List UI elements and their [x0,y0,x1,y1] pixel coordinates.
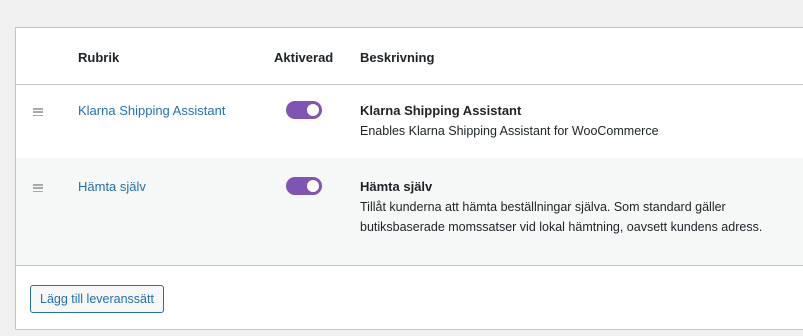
table-header: Rubrik Aktiverad Beskrivning [16,28,803,85]
shipping-methods-panel: Rubrik Aktiverad Beskrivning Klarna Ship… [15,27,803,330]
enable-toggle[interactable] [286,101,322,119]
drag-handle-icon[interactable] [33,108,43,116]
description-text: Enables Klarna Shipping Assistant for Wo… [360,124,659,138]
table-row: Hämta själv Hämta själv Tillåt kunderna … [16,158,803,266]
toggle-knob [307,104,319,116]
table-row: Klarna Shipping Assistant Klarna Shippin… [16,86,803,158]
drag-handle-icon[interactable] [33,184,43,192]
description-text: Tillåt kunderna att hämta beställningar … [360,200,763,234]
column-header-title[interactable]: Rubrik [78,50,119,65]
description-title: Klarna Shipping Assistant [360,103,522,118]
toggle-knob [307,180,319,192]
description-title: Hämta själv [360,179,433,194]
column-header-enabled: Aktiverad [274,50,334,65]
shipping-method-link-klarna[interactable]: Klarna Shipping Assistant [78,103,225,118]
add-shipping-method-button[interactable]: Lägg till leveranssätt [30,285,164,313]
enable-toggle[interactable] [286,177,322,195]
shipping-method-link-local-pickup[interactable]: Hämta själv [78,179,146,194]
column-header-description: Beskrivning [360,50,435,65]
